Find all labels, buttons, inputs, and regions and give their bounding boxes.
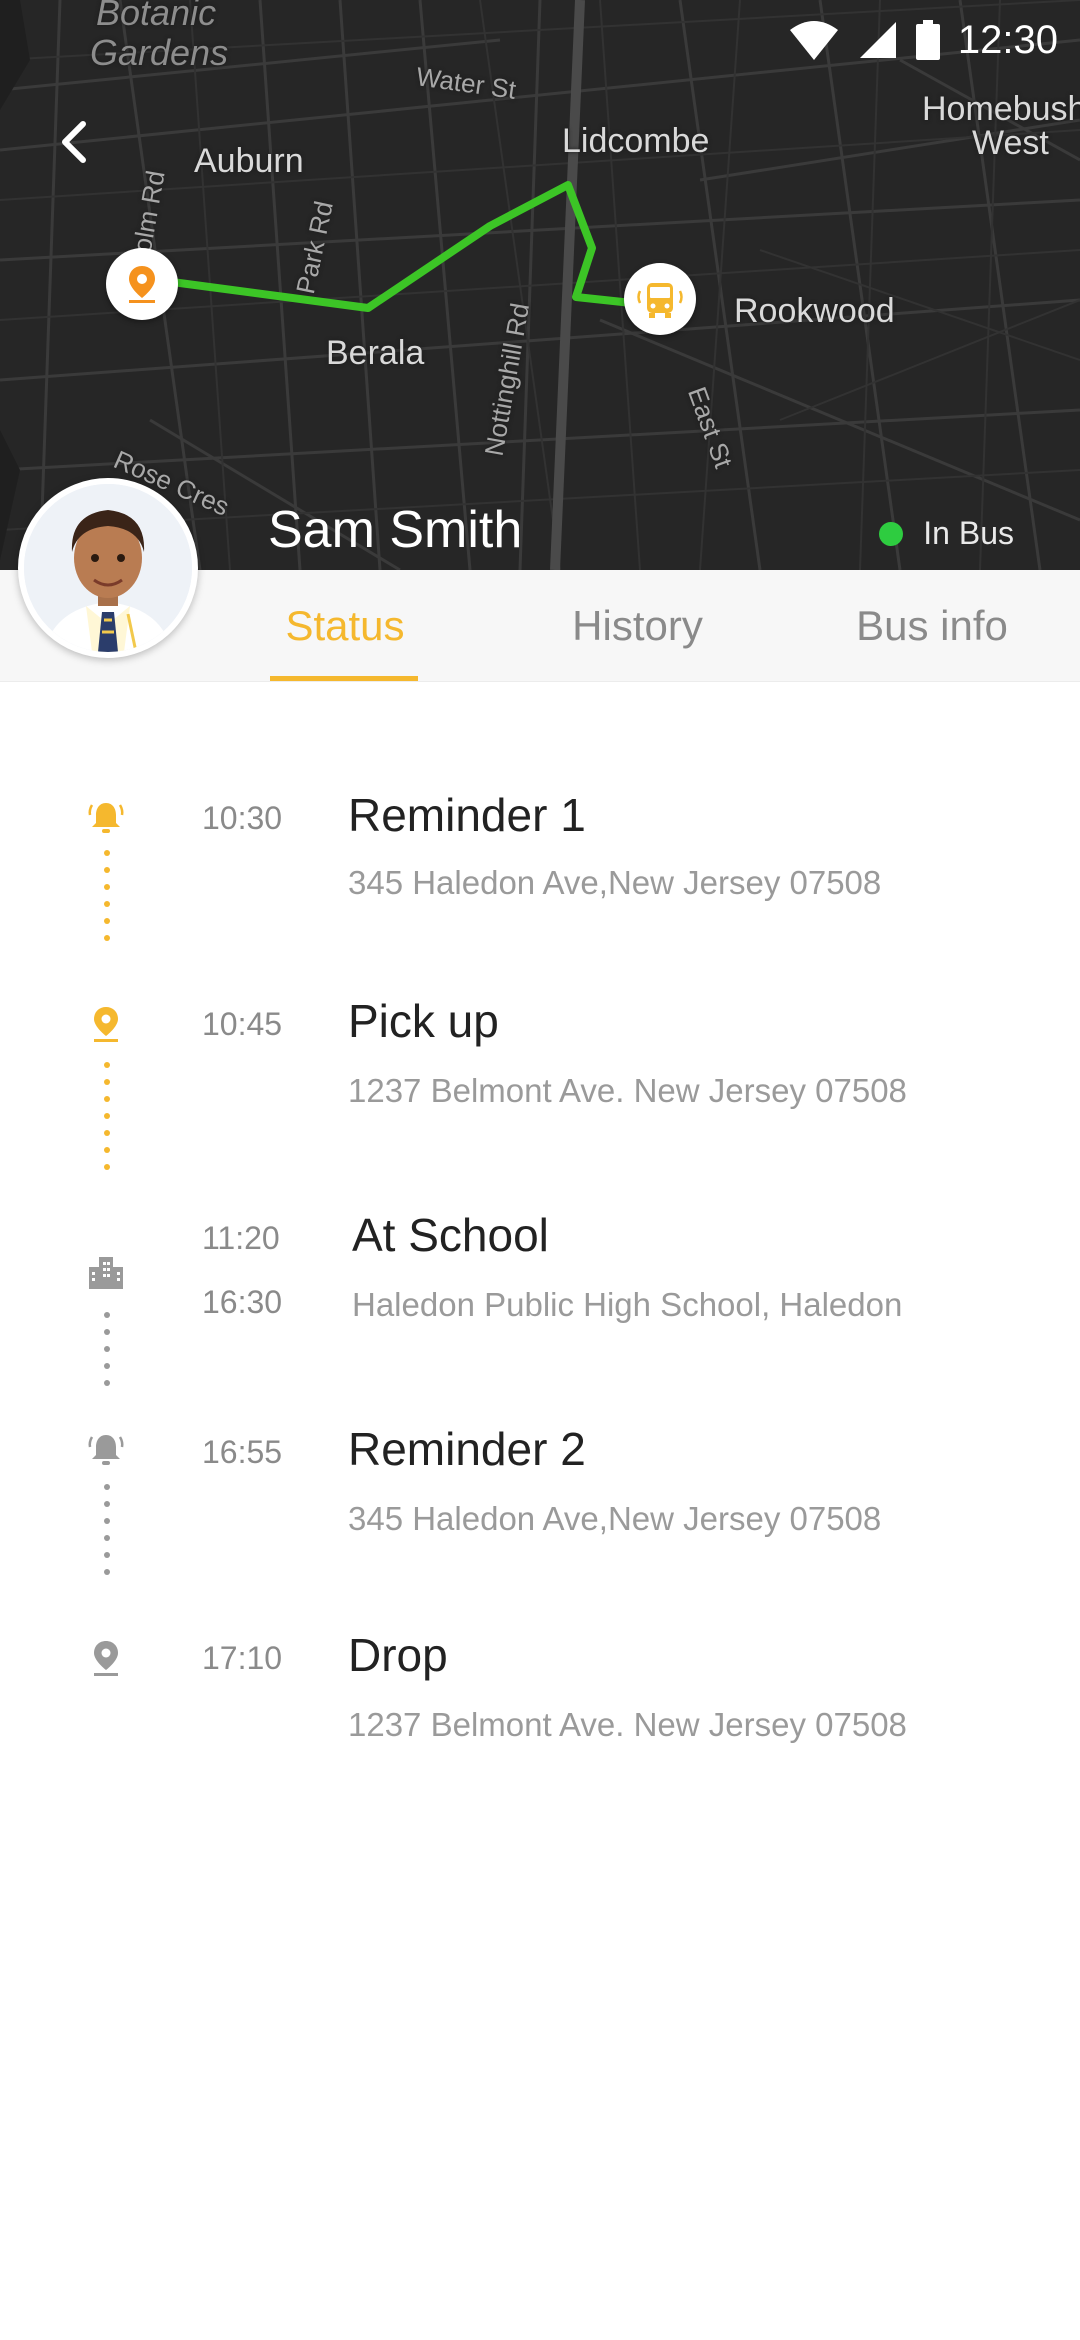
active-tab-indicator xyxy=(270,676,418,681)
timeline-title: Drop xyxy=(348,1629,448,1681)
tab-status[interactable]: Status xyxy=(250,570,440,682)
timeline-address: 1237 Belmont Ave. New Jersey 07508 xyxy=(348,1072,907,1109)
timeline-title: Reminder 2 xyxy=(348,1423,586,1475)
location-pin-icon xyxy=(86,1638,126,1678)
map-label-botanic: Botanic xyxy=(96,0,217,33)
student-name: Sam Smith xyxy=(268,501,523,559)
map-label-lidcombe: Lidcombe xyxy=(562,122,710,160)
timeline-time: 10:45 xyxy=(202,1006,283,1042)
ride-status: In Bus xyxy=(879,515,1014,552)
avatar[interactable] xyxy=(18,478,198,658)
back-button[interactable] xyxy=(46,106,102,178)
map-label-rookwood: Rookwood xyxy=(734,292,895,330)
status-bar: 12:30 xyxy=(788,10,1058,70)
signal-icon xyxy=(859,22,896,58)
bell-icon xyxy=(86,798,126,838)
tab-bus-info[interactable]: Bus info xyxy=(832,570,1032,682)
timeline-address: Haledon Public High School, Haledon xyxy=(352,1286,903,1323)
timeline-connector xyxy=(104,1062,110,1181)
map-label-west: West xyxy=(972,124,1049,162)
bell-icon xyxy=(86,1430,126,1470)
bus-location-marker[interactable] xyxy=(624,263,696,335)
location-pin-icon xyxy=(129,266,155,303)
timeline-address: 1237 Belmont Ave. New Jersey 07508 xyxy=(348,1706,907,1743)
timeline-connector xyxy=(104,850,110,952)
map-label-gardens: Gardens xyxy=(90,32,229,73)
student-photo xyxy=(24,484,192,652)
route-map[interactable]: Botanic Gardens Water St Auburn Lidcombe… xyxy=(0,0,1080,570)
timeline-time: 16:55 xyxy=(202,1434,283,1470)
timeline-address: 345 Haledon Ave,New Jersey 07508 xyxy=(348,864,882,901)
timeline-time: 17:10 xyxy=(202,1640,283,1676)
location-pin-icon xyxy=(86,1004,126,1044)
building-icon xyxy=(86,1252,126,1292)
map-label-berala: Berala xyxy=(326,334,425,372)
timeline-address: 345 Haledon Ave,New Jersey 07508 xyxy=(348,1500,882,1537)
map-label-auburn: Auburn xyxy=(194,142,304,180)
bus-icon xyxy=(637,283,683,318)
tab-history[interactable]: History xyxy=(540,570,735,682)
timeline-title: At School xyxy=(352,1209,549,1261)
timeline-connector xyxy=(104,1312,110,1397)
status-dot-icon xyxy=(879,521,904,546)
timeline-title: Pick up xyxy=(348,995,499,1047)
chevron-left-icon xyxy=(62,121,86,163)
timeline-time: 10:30 xyxy=(202,800,283,836)
status-bar-clock: 12:30 xyxy=(957,17,1058,62)
pickup-location-marker[interactable] xyxy=(106,248,178,320)
ride-status-label: In Bus xyxy=(923,515,1014,551)
timeline-time: 11:20 xyxy=(202,1220,280,1256)
timeline-title: Reminder 1 xyxy=(348,789,586,841)
wifi-icon xyxy=(789,21,838,60)
battery-icon xyxy=(915,20,940,60)
timeline-connector xyxy=(104,1484,110,1586)
timeline-time-secondary: 16:30 xyxy=(202,1284,283,1320)
